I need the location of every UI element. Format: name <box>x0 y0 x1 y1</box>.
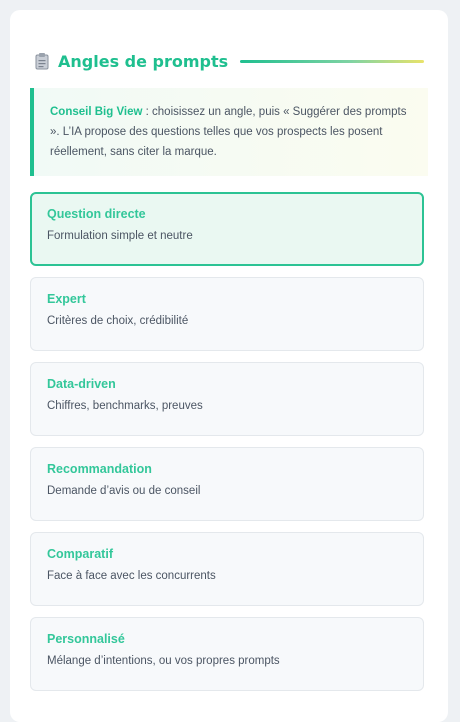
angle-title: Recommandation <box>47 462 152 476</box>
angle-card-recommandation[interactable]: Recommandation Demande d’avis ou de cons… <box>30 447 424 521</box>
angle-list: Question directe Formulation simple et n… <box>30 192 424 702</box>
prompt-angles-panel: Angles de prompts Conseil Big View : cho… <box>10 10 448 722</box>
angle-title: Data-driven <box>47 377 116 391</box>
angle-card-comparatif[interactable]: Comparatif Face à face avec les concurre… <box>30 532 424 606</box>
angle-card-personnalise[interactable]: Personnalisé Mélange d’intentions, ou vo… <box>30 617 424 691</box>
angle-card-expert[interactable]: Expert Critères de choix, crédibilité <box>30 277 424 351</box>
angle-card-data-driven[interactable]: Data-driven Chiffres, benchmarks, preuve… <box>30 362 424 436</box>
section-title: Angles de prompts <box>58 51 229 71</box>
angle-description: Formulation simple et neutre <box>47 230 193 242</box>
angle-description: Chiffres, benchmarks, preuves <box>47 400 203 412</box>
angle-description: Mélange d’intentions, ou vos propres pro… <box>47 655 280 667</box>
tip-box: Conseil Big View : choisissez un angle, … <box>30 88 428 176</box>
tip-label: Conseil Big View <box>50 106 143 118</box>
angle-description: Face à face avec les concurrents <box>47 570 216 582</box>
angle-description: Critères de choix, crédibilité <box>47 315 189 327</box>
angle-title: Question directe <box>47 207 146 221</box>
angle-title: Expert <box>47 292 86 306</box>
section-header: Angles de prompts <box>34 48 424 74</box>
clipboard-icon <box>34 52 50 70</box>
angle-title: Comparatif <box>47 547 113 561</box>
angle-card-question-directe[interactable]: Question directe Formulation simple et n… <box>30 192 424 266</box>
angle-title: Personnalisé <box>47 632 125 646</box>
header-divider <box>240 59 424 63</box>
angle-description: Demande d’avis ou de conseil <box>47 485 201 497</box>
